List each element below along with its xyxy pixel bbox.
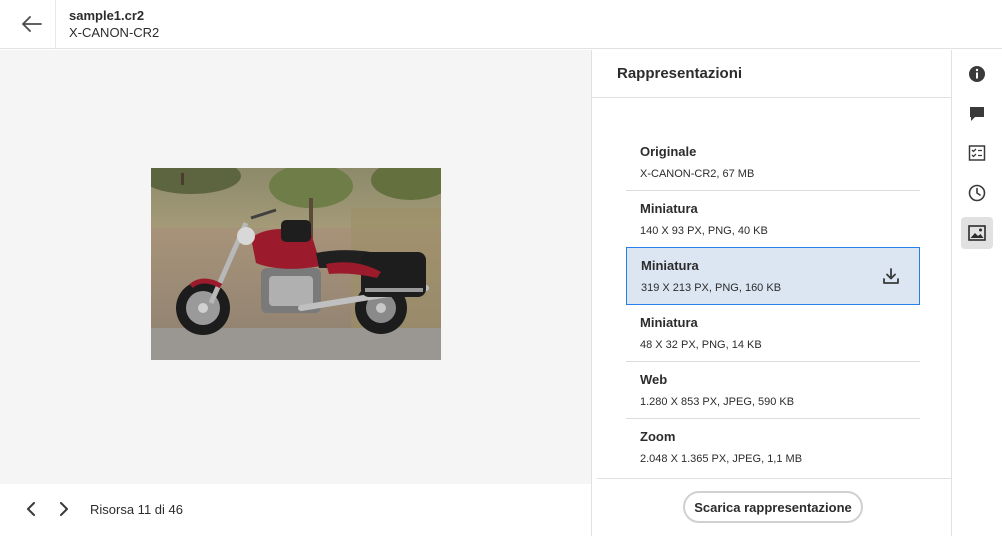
rendition-name: Zoom	[640, 429, 676, 444]
previous-asset-button[interactable]	[19, 497, 43, 521]
comments-button[interactable]	[961, 98, 993, 130]
rendition-meta: 1.280 X 853 PX, JPEG, 590 KB	[640, 396, 795, 408]
rendition-item-thumbnail-48[interactable]: Miniatura 48 X 32 PX, PNG, 14 KB	[626, 305, 920, 362]
rendition-meta: 48 X 32 PX, PNG, 14 KB	[640, 339, 762, 351]
rendition-item-thumbnail-140[interactable]: Miniatura 140 X 93 PX, PNG, 40 KB	[626, 191, 920, 248]
rendition-item-zoom[interactable]: Zoom 2.048 X 1.365 PX, JPEG, 1,1 MB	[626, 419, 920, 476]
rendition-meta: X-CANON-CR2, 67 MB	[640, 168, 755, 180]
back-button[interactable]	[16, 9, 48, 39]
file-name: sample1.cr2	[69, 8, 145, 23]
rendition-name: Miniatura	[640, 201, 698, 216]
rendition-meta: 319 X 213 PX, PNG, 160 KB	[641, 282, 782, 294]
tasks-button[interactable]	[961, 137, 993, 169]
info-icon	[969, 66, 985, 82]
chevron-right-icon	[60, 502, 68, 516]
rendition-item-original[interactable]: Originale X-CANON-CR2, 67 MB	[626, 134, 920, 191]
next-asset-button[interactable]	[52, 497, 76, 521]
panel-footer-divider	[597, 478, 951, 479]
asset-navigation: Risorsa 11 di 46	[0, 484, 591, 536]
rendition-name: Miniatura	[641, 258, 699, 273]
history-icon	[968, 184, 986, 202]
rendition-item-web[interactable]: Web 1.280 X 853 PX, JPEG, 590 KB	[626, 362, 920, 419]
side-rail	[951, 50, 1002, 536]
rendition-name: Miniatura	[640, 315, 698, 330]
tasks-icon	[968, 145, 986, 161]
asset-image	[151, 168, 441, 360]
comment-icon	[970, 107, 984, 121]
info-button[interactable]	[961, 58, 993, 90]
rendition-list: Originale X-CANON-CR2, 67 MB Miniatura 1…	[626, 134, 920, 476]
download-rendition-button[interactable]: Scarica rappresentazione	[683, 491, 863, 523]
file-type: X-CANON-CR2	[69, 25, 160, 40]
asset-counter: Risorsa 11 di 46	[90, 502, 183, 517]
rendition-name: Originale	[640, 144, 697, 159]
arrow-left-icon	[22, 16, 42, 32]
chevron-left-icon	[27, 502, 35, 516]
download-icon[interactable]	[881, 266, 901, 286]
top-bar: sample1.cr2 X-CANON-CR2	[0, 0, 1002, 49]
header-divider	[55, 0, 56, 49]
renditions-icon	[968, 225, 986, 241]
renditions-panel: Rappresentazioni Originale X-CANON-CR2, …	[591, 50, 951, 536]
rendition-meta: 2.048 X 1.365 PX, JPEG, 1,1 MB	[640, 453, 803, 465]
rendition-item-thumbnail-319[interactable]: Miniatura 319 X 213 PX, PNG, 160 KB	[626, 247, 920, 305]
asset-preview	[0, 50, 591, 484]
rendition-name: Web	[640, 372, 668, 387]
rendition-meta: 140 X 93 PX, PNG, 40 KB	[640, 225, 768, 237]
panel-divider	[592, 97, 951, 98]
history-button[interactable]	[961, 177, 993, 209]
panel-title: Rappresentazioni	[617, 65, 743, 82]
renditions-button[interactable]	[961, 217, 993, 249]
